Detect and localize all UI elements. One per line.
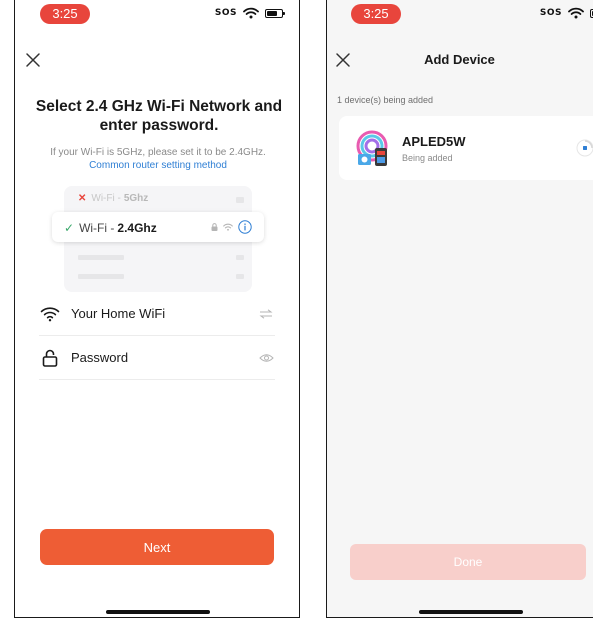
info-icon[interactable] (238, 220, 252, 234)
device-name: APLED5W (402, 134, 466, 149)
hint-text: If your Wi-Fi is 5GHz, please set it to … (50, 147, 266, 158)
router-setting-link[interactable]: Common router setting method (23, 159, 293, 172)
next-button[interactable]: Next (40, 529, 274, 565)
device-card[interactable]: APLED5W Being added (339, 116, 593, 180)
signal-icon (243, 7, 259, 19)
frequency-hint: If your Wi-Fi is 5GHz, please set it to … (23, 146, 293, 172)
wifi-network-value: Your Home WiFi (71, 306, 166, 321)
good-network-card: ✓ Wi-Fi - 2.4Ghz (52, 212, 264, 242)
wifi-icon (223, 223, 233, 231)
bad-network-row: ✕ Wi-Fi - 5Ghz (78, 193, 149, 204)
add-device-screen: 3:25 SOS Add Device 1 device(s) being ad… (326, 0, 593, 618)
carrier-label: SOS (214, 8, 237, 18)
home-indicator (419, 610, 523, 614)
status-indicators: SOS (540, 7, 593, 19)
good-network-row: ✓ Wi-Fi - 2.4Ghz (64, 221, 157, 235)
page-title: Add Device (424, 52, 495, 67)
device-thumbnail (356, 130, 388, 166)
wifi-icon (39, 303, 61, 325)
network-illustration: ✕ Wi-Fi - 5Ghz ✓ Wi-Fi - 2.4Ghz (52, 186, 264, 292)
status-time: 3:25 (40, 4, 90, 24)
close-icon[interactable] (25, 52, 41, 68)
battery-icon (265, 8, 285, 18)
wifi-setup-screen: 3:25 SOS Select 2.4 GHz Wi-Fi Network an… (14, 0, 300, 618)
check-icon: ✓ (64, 221, 75, 235)
status-indicators: SOS (214, 7, 285, 19)
swap-icon[interactable] (257, 307, 275, 321)
password-placeholder: Password (71, 350, 129, 365)
lock-icon (39, 347, 61, 369)
password-field[interactable]: Password (39, 336, 275, 380)
signal-icon (568, 7, 584, 19)
wifi-network-field[interactable]: Your Home WiFi (39, 292, 275, 336)
device-count: 1 device(s) being added (337, 95, 434, 105)
status-time: 3:25 (351, 4, 401, 24)
cross-icon: ✕ (78, 193, 87, 204)
carrier-label: SOS (539, 8, 562, 18)
eye-icon[interactable] (257, 351, 275, 365)
home-indicator (106, 610, 210, 614)
device-status: Being added (402, 153, 453, 163)
lock-icon (211, 223, 218, 231)
status-bar: 3:25 SOS (327, 0, 593, 42)
done-button[interactable]: Done (350, 544, 586, 580)
status-bar: 3:25 SOS (15, 0, 299, 42)
spinner-icon (576, 139, 593, 157)
page-title: Select 2.4 GHz Wi-Fi Network and enter p… (35, 98, 283, 134)
